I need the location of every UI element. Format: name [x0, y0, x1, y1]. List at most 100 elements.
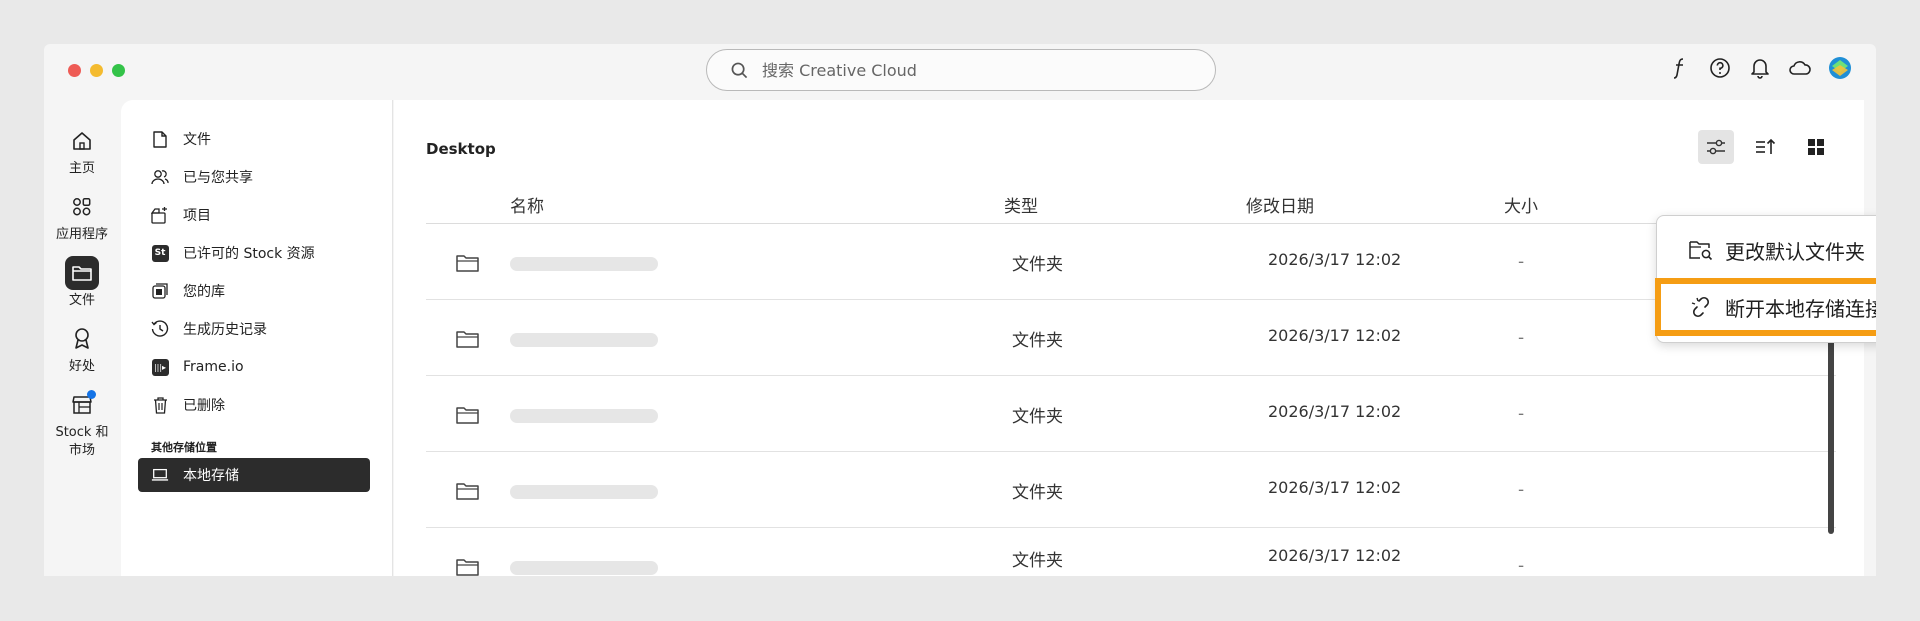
sliders-icon	[1707, 139, 1725, 155]
home-icon	[65, 124, 99, 158]
zoom-window-button[interactable]	[112, 64, 125, 77]
folder-icon	[65, 256, 99, 290]
sidebar-item-files[interactable]: 文件	[121, 120, 392, 158]
laptop-icon	[151, 466, 169, 484]
close-window-button[interactable]	[68, 64, 81, 77]
table-row[interactable]: 文件夹 2026/3/17 12:02 -	[426, 528, 1836, 576]
library-icon	[151, 282, 169, 300]
files-sidebar: 文件 已与您共享 项目 St 已许可的 Stock 资源 您的库 生成历史记录 …	[121, 100, 393, 576]
search-icon	[731, 62, 748, 78]
sidebar-item-label: 项目	[183, 208, 211, 224]
avatar[interactable]	[1828, 56, 1852, 80]
rail-item-home[interactable]: 主页	[44, 124, 120, 178]
cloud-icon[interactable]	[1788, 56, 1812, 80]
folder-icon	[456, 255, 479, 272]
breadcrumb[interactable]: Desktop	[426, 140, 496, 158]
sidebar-item-label: 生成历史记录	[183, 322, 267, 338]
view-toolbar	[1698, 130, 1834, 164]
row-type: 文件夹	[1012, 483, 1063, 503]
row-modified: 2026/3/17 12:02	[1268, 326, 1402, 345]
row-size: -	[1518, 252, 1525, 272]
folder-search-icon	[1689, 238, 1713, 262]
sidebar-item-local-storage[interactable]: 本地存储	[138, 458, 370, 492]
sort-icon	[1756, 138, 1776, 154]
search-bar[interactable]	[706, 49, 1216, 91]
rail-label: 主页	[68, 161, 95, 176]
minimize-window-button[interactable]	[90, 64, 103, 77]
row-modified: 2026/3/17 12:02	[1268, 546, 1402, 565]
grid-view-button[interactable]	[1798, 130, 1834, 164]
app-rail: 主页 应用程序 文件 好处 Stock 和 市场	[44, 124, 120, 472]
table-row[interactable]: 文件夹 2026/3/17 12:02 -	[426, 224, 1836, 300]
rail-label: Stock 和 市场	[55, 425, 109, 458]
table-row[interactable]: 文件夹 2026/3/17 12:02 -	[426, 300, 1836, 376]
redacted-file-name	[510, 333, 658, 347]
menu-item-label: 更改默认文件夹	[1725, 239, 1865, 264]
row-modified: 2026/3/17 12:02	[1268, 402, 1402, 421]
notification-dot	[87, 390, 96, 399]
row-type: 文件夹	[1012, 407, 1063, 427]
stock-badge-icon: St	[151, 244, 169, 262]
rail-item-files[interactable]: 文件	[44, 256, 120, 310]
table-row[interactable]: 文件夹 2026/3/17 12:02 -	[426, 376, 1836, 452]
rail-label: 好处	[68, 359, 95, 374]
apps-icon	[65, 190, 99, 224]
rail-item-benefits[interactable]: 好处	[44, 322, 120, 376]
sidebar-item-licensed-stock[interactable]: St 已许可的 Stock 资源	[121, 234, 392, 272]
frameio-icon: |||▸	[151, 358, 169, 376]
folder-icon	[456, 407, 479, 424]
window-controls	[68, 64, 125, 77]
table-row[interactable]: 文件夹 2026/3/17 12:02 -	[426, 452, 1836, 528]
history-icon	[151, 320, 169, 338]
row-type: 文件夹	[1012, 551, 1063, 571]
storage-context-menu: 更改默认文件夹 断开本地存储连接	[1655, 215, 1876, 343]
sidebar-item-label: 已与您共享	[183, 170, 253, 186]
menu-item-change-default-folder[interactable]: 更改默认文件夹	[1657, 222, 1876, 278]
column-header-size[interactable]: 大小	[1504, 192, 1538, 217]
bell-icon[interactable]	[1748, 56, 1772, 80]
row-size: -	[1518, 404, 1525, 424]
file-browser: Desktop 名称 类型 修改日期 大小 文件夹 2026/3/17 12:0…	[394, 100, 1864, 576]
row-modified: 2026/3/17 12:02	[1268, 478, 1402, 497]
store-icon	[65, 388, 99, 422]
trash-icon	[151, 396, 169, 414]
menu-item-label: 断开本地存储连接	[1725, 296, 1876, 321]
help-icon[interactable]	[1708, 56, 1732, 80]
column-header-modified[interactable]: 修改日期	[1246, 192, 1314, 217]
menu-item-disconnect-local-storage[interactable]: 断开本地存储连接	[1655, 278, 1876, 336]
sidebar-item-projects[interactable]: 项目	[121, 196, 392, 234]
folder-icon	[456, 483, 479, 500]
folder-icon	[456, 331, 479, 348]
row-type: 文件夹	[1012, 255, 1063, 275]
redacted-file-name	[510, 485, 658, 499]
redacted-file-name	[510, 409, 658, 423]
sidebar-item-libraries[interactable]: 您的库	[121, 272, 392, 310]
sidebar-item-generation-history[interactable]: 生成历史记录	[121, 310, 392, 348]
row-size: -	[1518, 328, 1525, 348]
sidebar-item-label: 已许可的 Stock 资源	[183, 246, 315, 262]
sidebar-item-deleted[interactable]: 已删除	[121, 386, 392, 424]
sort-button[interactable]	[1748, 130, 1784, 164]
sidebar-item-label: Frame.io	[183, 359, 244, 375]
sidebar-item-frameio[interactable]: |||▸ Frame.io	[121, 348, 392, 386]
sidebar-item-label: 已删除	[183, 398, 225, 414]
row-type: 文件夹	[1012, 331, 1063, 351]
fonts-icon[interactable]	[1668, 56, 1692, 80]
folder-icon	[456, 559, 479, 576]
sidebar-item-shared[interactable]: 已与您共享	[121, 158, 392, 196]
column-header-name[interactable]: 名称	[510, 192, 544, 217]
other-storage-heading: 其他存储位置	[151, 441, 217, 454]
table-header: 名称 类型 修改日期 大小	[426, 180, 1836, 224]
row-size: -	[1518, 480, 1525, 500]
column-header-type[interactable]: 类型	[1004, 192, 1038, 217]
rail-label: 应用程序	[55, 227, 108, 242]
redacted-file-name	[510, 257, 658, 271]
grid-icon	[1808, 139, 1824, 155]
rail-item-stock-market[interactable]: Stock 和 市场	[44, 388, 120, 460]
rail-item-apps[interactable]: 应用程序	[44, 190, 120, 244]
sidebar-item-label: 您的库	[183, 284, 225, 300]
redacted-file-name	[510, 561, 658, 575]
search-input[interactable]	[762, 60, 1162, 80]
row-modified: 2026/3/17 12:02	[1268, 250, 1402, 269]
filter-settings-button[interactable]	[1698, 130, 1734, 164]
